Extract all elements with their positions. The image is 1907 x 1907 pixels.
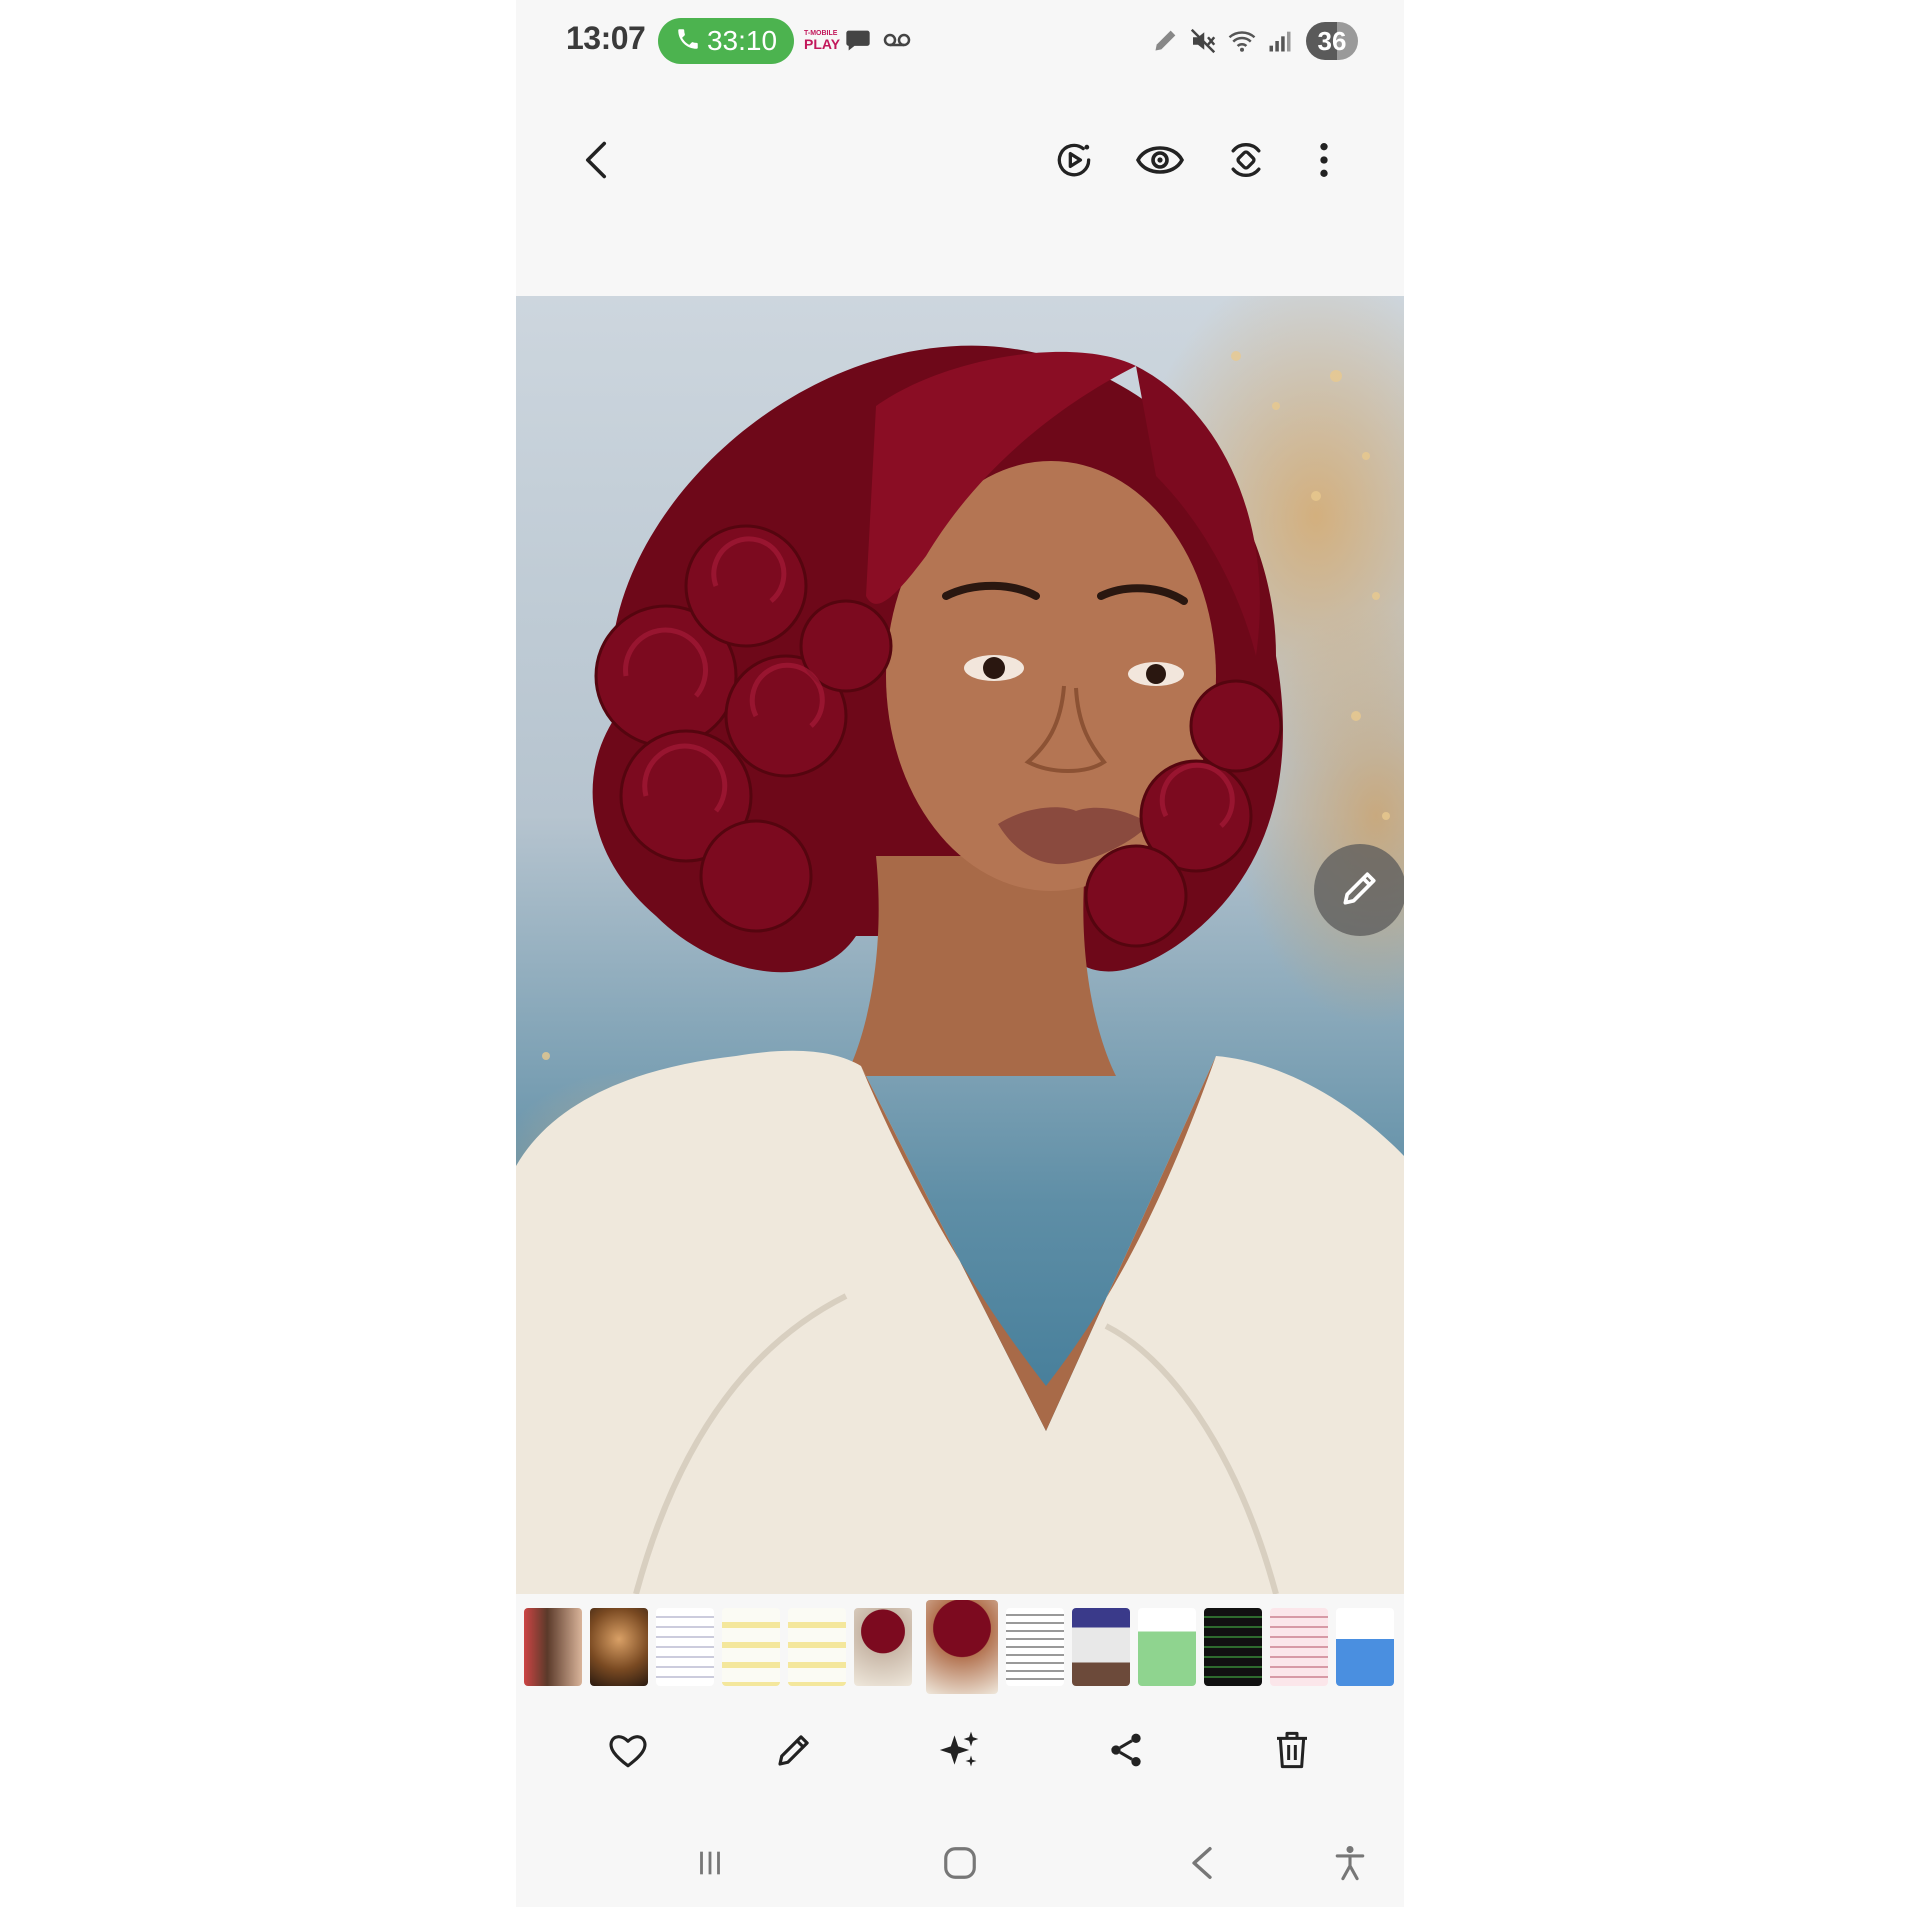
mute-icon — [1188, 26, 1218, 61]
share-button[interactable] — [1094, 1720, 1158, 1784]
accessibility-icon — [1333, 1844, 1367, 1887]
recents-button[interactable] — [680, 1840, 740, 1890]
motion-photo-icon — [1052, 138, 1096, 187]
thumbnail[interactable] — [524, 1608, 582, 1686]
thumbnail[interactable] — [1072, 1608, 1130, 1686]
thumbnail[interactable] — [788, 1608, 846, 1686]
more-options-icon — [1318, 140, 1330, 185]
back-icon — [578, 138, 614, 187]
status-bar: 13:07 33:10 T-MOBILE PLAY 36 — [516, 0, 1404, 82]
view-button[interactable] — [1128, 130, 1192, 194]
thumbnail[interactable] — [722, 1608, 780, 1686]
top-toolbar — [516, 130, 1404, 210]
eye-icon — [1135, 140, 1185, 185]
voicemail-icon — [882, 26, 912, 59]
share-icon — [1106, 1730, 1146, 1775]
bottom-actions — [516, 1720, 1404, 1800]
sparkle-icon — [938, 1728, 982, 1777]
call-timer: 33:10 — [706, 25, 778, 56]
pencil-icon — [1152, 26, 1180, 59]
status-time: 13:07 — [566, 20, 646, 56]
edit-icon — [773, 1729, 815, 1776]
rotate-button[interactable] — [1214, 130, 1278, 194]
favorite-button[interactable] — [596, 1720, 660, 1784]
call-timer-pill[interactable]: 33:10 — [658, 18, 794, 64]
battery-indicator: 36 — [1306, 22, 1358, 60]
heart-icon — [607, 1730, 649, 1775]
phone-icon — [675, 26, 701, 57]
home-button[interactable] — [930, 1840, 990, 1890]
back-nav-button[interactable] — [1172, 1840, 1232, 1890]
thumbnail[interactable] — [1336, 1608, 1394, 1686]
chat-bubble-icon — [844, 26, 872, 59]
edit-button[interactable] — [762, 1720, 826, 1784]
back-button[interactable] — [564, 130, 628, 194]
phone-screen: 13:07 33:10 T-MOBILE PLAY 36 — [516, 0, 1404, 1907]
motion-photo-button[interactable] — [1042, 130, 1106, 194]
thumbnail[interactable] — [656, 1608, 714, 1686]
accessibility-button[interactable] — [1320, 1840, 1380, 1890]
recents-icon — [693, 1846, 727, 1885]
thumbnail[interactable] — [590, 1608, 648, 1686]
thumbnail[interactable] — [1270, 1608, 1328, 1686]
carrier-logo: T-MOBILE PLAY — [804, 30, 840, 51]
navigation-bar — [516, 1840, 1404, 1907]
more-options-button[interactable] — [1292, 130, 1356, 194]
pencil-icon — [1338, 866, 1382, 915]
signal-icon — [1266, 26, 1294, 61]
thumbnail-selected[interactable] — [926, 1600, 998, 1694]
filmstrip — [516, 1600, 1404, 1694]
trash-icon — [1272, 1728, 1312, 1777]
thumbnail[interactable] — [1138, 1608, 1196, 1686]
back-nav-icon — [1187, 1844, 1217, 1887]
ai-enhance-button[interactable] — [928, 1720, 992, 1784]
home-icon — [941, 1844, 979, 1887]
wifi-icon — [1226, 26, 1258, 61]
edit-fab-button[interactable] — [1314, 844, 1404, 936]
thumbnail[interactable] — [1006, 1608, 1064, 1686]
thumbnail[interactable] — [854, 1608, 912, 1686]
rotate-icon — [1224, 138, 1268, 187]
carrier-bottom-text: PLAY — [804, 36, 841, 52]
photo-viewer[interactable] — [516, 296, 1404, 1594]
portrait-photo — [516, 345, 1404, 1594]
thumbnail[interactable] — [1204, 1608, 1262, 1686]
delete-button[interactable] — [1260, 1720, 1324, 1784]
